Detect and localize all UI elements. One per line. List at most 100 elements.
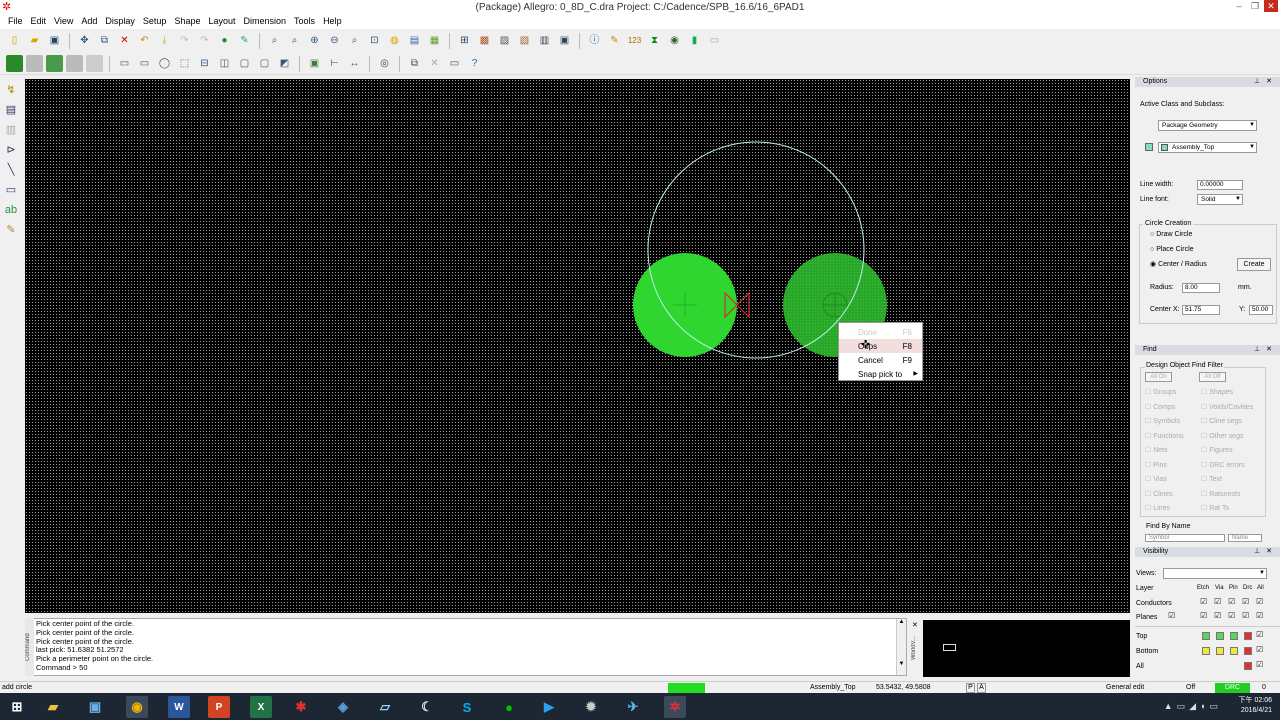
film-icon[interactable]: ▣ [556,33,573,50]
capture-app-icon[interactable]: ◈ [332,696,354,718]
gray-box-icon[interactable] [66,55,83,72]
zoom-window-icon[interactable]: ⌕ [266,33,283,50]
redo-down-icon[interactable]: ⤓ [156,33,173,50]
line-app-icon[interactable]: ● [498,696,520,718]
color-icon[interactable]: ▩ [476,33,493,50]
ladybug-app-icon[interactable]: ✱ [290,696,312,718]
world-view[interactable] [923,620,1130,677]
pin-icon[interactable]: ✎ [236,33,253,50]
menu-view[interactable]: View [50,15,77,29]
bottom-etch-color[interactable] [1202,647,1210,655]
top-via-color[interactable] [1216,632,1224,640]
allegro-taskbar-icon[interactable]: ✲ [664,696,686,718]
edit-text-icon[interactable]: ✎ [3,222,19,238]
checkbox-checked-icon[interactable]: ☑ [1256,660,1263,669]
find-by-name-mode[interactable]: Name [1228,534,1262,542]
status-a-button[interactable]: A [977,683,986,693]
show-element-icon[interactable]: ▥ [536,33,553,50]
delete-icon[interactable]: ✕ [116,33,133,50]
bottom-drc-color[interactable] [1244,647,1252,655]
find-rat-ts[interactable]: Rat Ts [1201,504,1229,512]
checkbox-checked-icon[interactable]: ☑ [1256,597,1263,606]
orcad-app-icon[interactable]: ☾ [416,696,438,718]
close-icon[interactable]: ✕ [1264,0,1278,12]
gray-box-icon[interactable] [26,55,43,72]
create-button[interactable]: Create [1237,258,1271,271]
dimension-icon[interactable]: ⊢ [326,55,343,72]
zoom-fit-icon[interactable]: ⌕ [286,33,303,50]
online-icon[interactable]: ▮ [686,33,703,50]
restore-icon[interactable]: ❐ [1248,0,1262,12]
all-on-button[interactable]: All On [1145,372,1172,382]
shape-edit-icon[interactable]: ▢ [236,55,253,72]
menu-file[interactable]: File [4,15,27,29]
scroll-down-icon[interactable]: ▼ [897,661,906,667]
class-select[interactable]: Package Geometry ▼ [1158,120,1257,131]
all-drc-color[interactable] [1244,662,1252,670]
green-box-icon[interactable] [46,55,63,72]
find-clines[interactable]: Clines [1145,490,1172,498]
top-drc-color[interactable] [1244,632,1252,640]
dimension-linear-icon[interactable]: ↔ [346,55,363,72]
line-width-input[interactable]: 0.00000 [1197,180,1243,190]
zoom-center-icon[interactable]: ⊡ [366,33,383,50]
green-disk-icon[interactable]: ● [216,33,233,50]
powerpoint-icon[interactable]: P [208,696,230,718]
checkbox-checked-icon[interactable]: ☑ [1214,611,1221,620]
subclass-select[interactable]: Assembly_Top ▼ [1158,142,1257,153]
start-icon[interactable]: ⊞ [6,696,28,718]
minimize-icon[interactable]: – [1232,0,1246,12]
report-icon[interactable]: ◉ [666,33,683,50]
shape-add-icon[interactable]: ▭ [116,55,133,72]
checkbox-checked-icon[interactable]: ☑ [1228,597,1235,606]
redo-icon[interactable]: ↷ [176,33,193,50]
system-clock[interactable]: 下午 02:06 2016/4/21 [1239,696,1272,716]
find-shapes[interactable]: Shapes [1201,388,1233,396]
bottom-pin-color[interactable] [1230,647,1238,655]
delay-tune-icon[interactable]: ▥ [3,122,19,138]
checkbox-checked-icon[interactable]: ☑ [1256,611,1263,620]
slide-icon[interactable]: ▤ [3,102,19,118]
find-text[interactable]: Text [1201,475,1222,483]
add-connect-icon[interactable]: ↯ [3,82,19,98]
radio-draw-circle[interactable]: Draw Circle [1150,231,1192,238]
move-icon[interactable]: ✥ [76,33,93,50]
zoom-out-icon[interactable]: ⊖ [326,33,343,50]
open-folder-icon[interactable]: ▰ [26,33,43,50]
unrats-icon[interactable]: ▧ [516,33,533,50]
find-comps[interactable]: Comps [1145,403,1175,411]
radius-input[interactable]: 8.00 [1182,283,1220,293]
camera-icon[interactable]: ◎ [376,55,393,72]
command-input-line[interactable]: Command > 50 [36,663,896,673]
menu-dimension[interactable]: Dimension [240,15,291,29]
system-tray-icons[interactable]: ▲▭◢◖▭ [1164,701,1222,712]
ctx-oops[interactable]: Oops F8 [839,339,922,353]
notepad-app-icon[interactable]: ▱ [374,696,396,718]
zoom-previous-icon[interactable]: ⌕ [346,33,363,50]
find-other-segs[interactable]: Other segs [1201,432,1243,440]
menu-add[interactable]: Add [77,15,101,29]
find-by-name-type[interactable]: Symbol [1145,534,1225,542]
gray-box-icon[interactable] [86,55,103,72]
center-y-input[interactable]: 50.00 [1249,305,1273,315]
find-drc-errors[interactable]: DRC errors [1201,461,1244,469]
redraw-icon[interactable]: ◍ [386,33,403,50]
shape-void-circle-icon[interactable]: ◫ [216,55,233,72]
excel-icon[interactable]: X [250,696,272,718]
drc-icon[interactable]: ⧗ [646,33,663,50]
menu-display[interactable]: Display [101,15,139,29]
panel-controls[interactable]: ⊥✕ [1254,547,1278,557]
status-drc-indicator[interactable]: DRC [1215,683,1250,693]
grid-icon[interactable]: ⊞ [456,33,473,50]
checkbox-checked-icon[interactable]: ☑ [1228,611,1235,620]
word-icon[interactable]: W [168,696,190,718]
ctx-done[interactable]: Done F6 [839,325,922,339]
shadow-icon[interactable]: ▨ [496,33,513,50]
menu-layout[interactable]: Layout [204,15,239,29]
new-file-icon[interactable]: ▯ [6,33,23,50]
checkbox-checked-icon[interactable]: ☑ [1242,597,1249,606]
checkbox-checked-icon[interactable]: ☑ [1200,611,1207,620]
find-pins[interactable]: Pins [1145,461,1167,469]
worldview-close-icon[interactable]: ✕ [912,621,918,629]
menu-setup[interactable]: Setup [139,15,171,29]
